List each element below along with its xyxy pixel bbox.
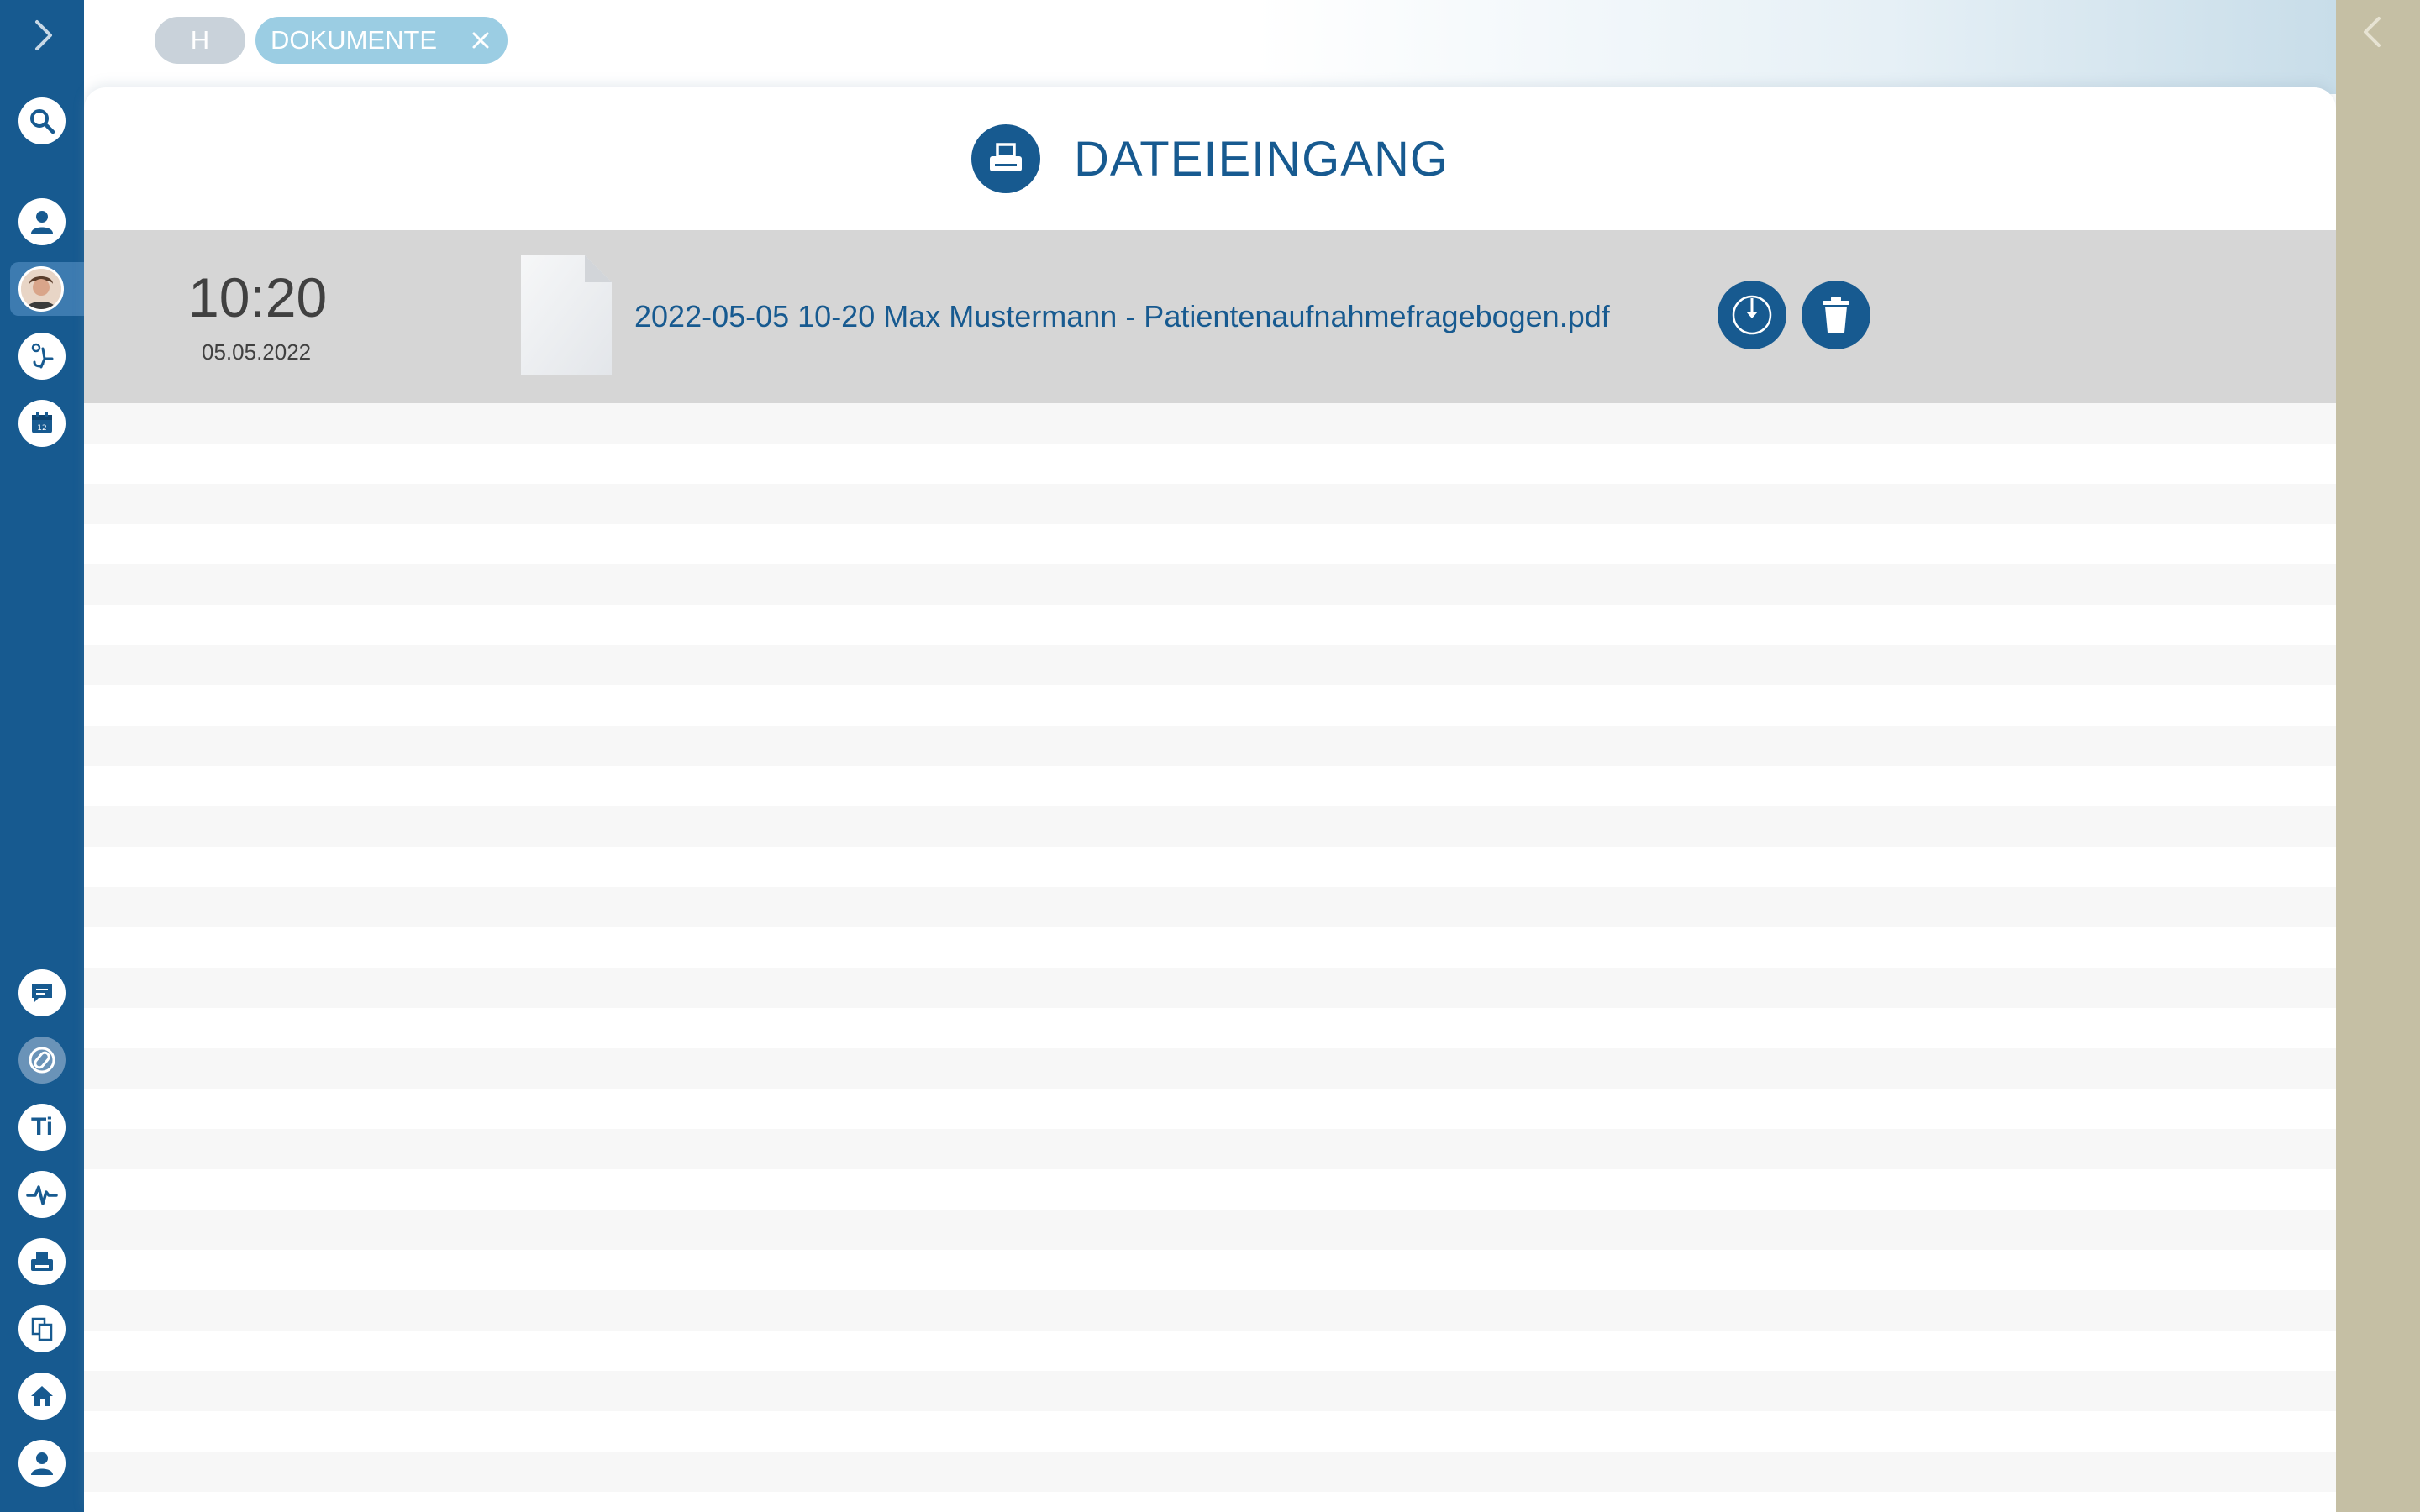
user-icon[interactable] bbox=[18, 1440, 66, 1487]
person-icon[interactable] bbox=[18, 198, 66, 245]
table-row[interactable]: 10:20 05.05.2022 2022-05-05 10-20 Max Mu… bbox=[84, 230, 2336, 403]
page-title: DATEIEINGANG bbox=[1074, 131, 1449, 186]
trash-icon[interactable] bbox=[1802, 281, 1870, 349]
chat-icon[interactable] bbox=[18, 969, 66, 1016]
printer-icon[interactable] bbox=[18, 1238, 66, 1285]
breadcrumb-current-chip[interactable]: DOKUMENTE bbox=[255, 17, 508, 64]
right-panel bbox=[2336, 0, 2420, 1512]
expand-sidebar-chevron-icon[interactable] bbox=[25, 17, 62, 54]
search-icon[interactable] bbox=[18, 97, 66, 144]
file-date: 05.05.2022 bbox=[202, 339, 312, 365]
breadcrumb-home-label: H bbox=[190, 25, 210, 55]
empty-list-area bbox=[84, 403, 2336, 1512]
avatar bbox=[18, 266, 64, 312]
svg-text:12: 12 bbox=[37, 424, 46, 433]
ti-label: Ti bbox=[30, 1113, 54, 1141]
pill-icon[interactable] bbox=[18, 1037, 66, 1084]
breadcrumb-current-label: DOKUMENTE bbox=[271, 25, 438, 55]
heartbeat-icon[interactable] bbox=[18, 1171, 66, 1218]
document-icon[interactable] bbox=[521, 255, 612, 375]
printer-icon bbox=[971, 124, 1040, 193]
copy-icon[interactable] bbox=[18, 1305, 66, 1352]
close-icon[interactable] bbox=[466, 25, 496, 55]
patient-chair-icon[interactable] bbox=[18, 333, 66, 380]
breadcrumb-home-chip[interactable]: H bbox=[155, 17, 245, 64]
page-header: DATEIEINGANG bbox=[84, 87, 2336, 230]
download-icon[interactable] bbox=[1718, 281, 1786, 349]
main-panel: DATEIEINGANG 10:20 05.05.2022 2022-05-05… bbox=[84, 87, 2336, 1512]
ti-icon[interactable]: Ti bbox=[18, 1104, 66, 1151]
house-icon[interactable] bbox=[18, 1373, 66, 1420]
file-time: 10:20 bbox=[188, 266, 328, 328]
breadcrumb: H DOKUMENTE bbox=[84, 0, 2336, 94]
calendar-icon[interactable]: 12 bbox=[18, 400, 66, 447]
avatar-nav-item[interactable] bbox=[10, 262, 84, 316]
collapse-panel-chevron-icon[interactable] bbox=[2361, 15, 2383, 53]
sidebar: 12 Ti bbox=[0, 0, 84, 1512]
file-name-link[interactable]: 2022-05-05 10-20 Max Mustermann - Patien… bbox=[634, 299, 1610, 334]
